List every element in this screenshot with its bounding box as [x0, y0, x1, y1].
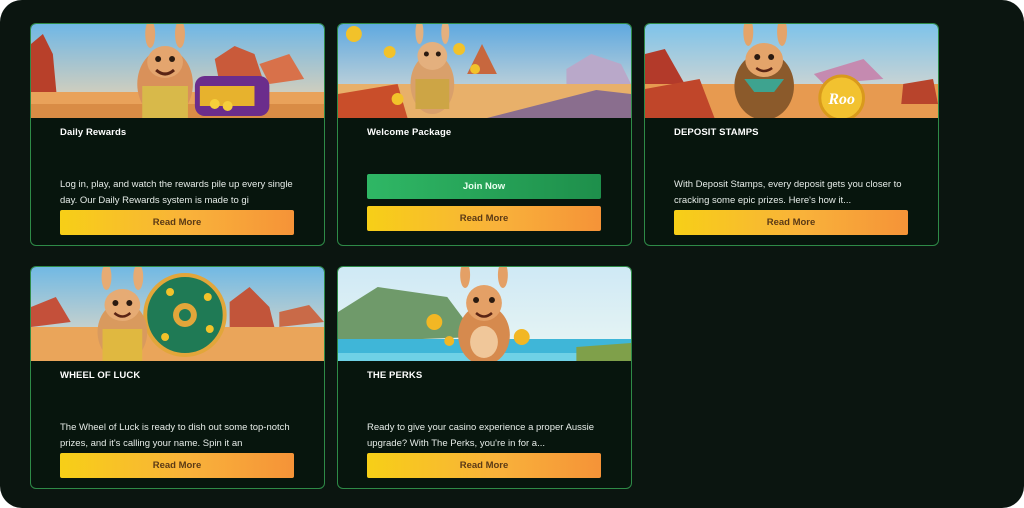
kangaroo-beach-image [338, 267, 631, 361]
promo-card-daily-rewards: Daily Rewards Log in, play, and watch th… [30, 23, 325, 246]
read-more-button[interactable]: Read More [60, 210, 294, 235]
promo-card-welcome-package: Welcome Package Join Now Read More [337, 23, 632, 246]
card-description: Log in, play, and watch the rewards pile… [60, 179, 293, 206]
card-title: DEPOSIT STAMPS [674, 127, 759, 138]
kangaroo-treasure-chest-image [31, 24, 324, 118]
promo-card-the-perks: THE PERKS Ready to give your casino expe… [337, 266, 632, 489]
join-now-button[interactable]: Join Now [367, 174, 601, 199]
card-description: The Wheel of Luck is ready to dish out s… [60, 422, 290, 449]
card-title: Welcome Package [367, 127, 452, 138]
read-more-button[interactable]: Read More [367, 206, 601, 231]
read-more-button[interactable]: Read More [674, 210, 908, 235]
kangaroo-roo-coin-image: Roo [645, 24, 938, 118]
promo-card-wheel-of-luck: WHEEL OF LUCK The Wheel of Luck is ready… [30, 266, 325, 489]
promotions-panel: Daily Rewards Log in, play, and watch th… [0, 0, 1024, 508]
card-description: With Deposit Stamps, every deposit gets … [674, 179, 902, 206]
promo-card-deposit-stamps: Roo DEPOSIT STAMPS With Deposit Stamps, … [644, 23, 939, 246]
card-title: Daily Rewards [60, 127, 127, 138]
read-more-button[interactable]: Read More [367, 453, 601, 478]
card-title: WHEEL OF LUCK [60, 370, 141, 381]
card-description: Ready to give your casino experience a p… [367, 422, 595, 449]
kangaroo-wheel-image [31, 267, 324, 361]
kangaroo-coins-image [338, 24, 631, 118]
card-title: THE PERKS [367, 370, 423, 381]
read-more-button[interactable]: Read More [60, 453, 294, 478]
roo-coin-text: Roo [827, 91, 855, 108]
